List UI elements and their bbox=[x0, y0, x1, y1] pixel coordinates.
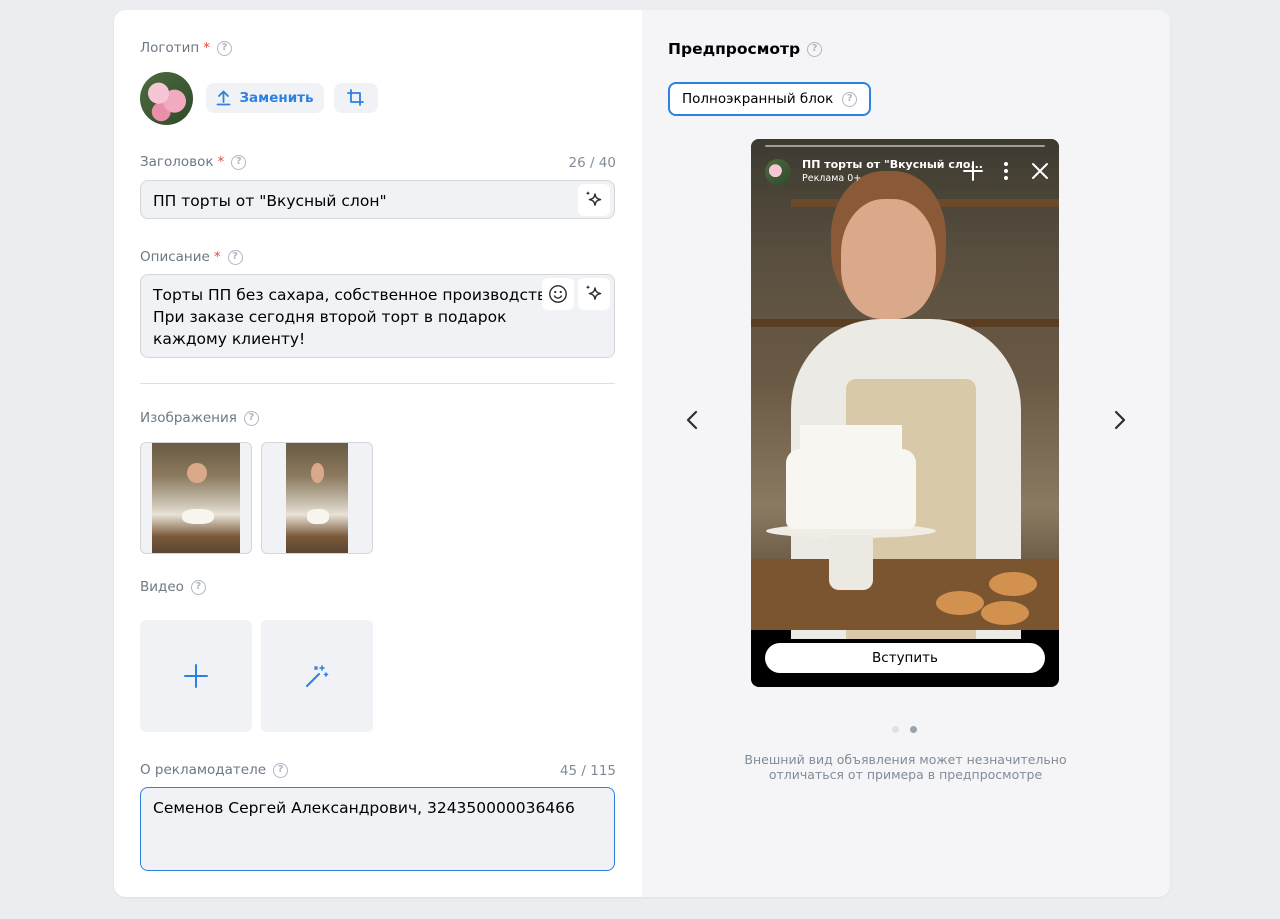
plus-icon bbox=[184, 664, 208, 688]
emoji-icon bbox=[549, 285, 567, 303]
ai-generate-button[interactable] bbox=[578, 184, 610, 216]
help-icon[interactable]: ? bbox=[190, 579, 206, 595]
help-icon[interactable]: ? bbox=[231, 154, 247, 170]
pagination-dot[interactable] bbox=[892, 726, 899, 733]
headline-input[interactable]: ПП торты от "Вкусный слон" bbox=[140, 180, 615, 219]
sparkle-icon bbox=[585, 285, 602, 300]
sparkle-icon bbox=[585, 191, 602, 206]
help-icon[interactable]: ? bbox=[273, 762, 289, 778]
story-close-button[interactable] bbox=[1028, 159, 1052, 183]
help-icon[interactable]: ? bbox=[216, 40, 232, 56]
required-mark: * bbox=[203, 40, 210, 56]
help-icon[interactable]: ? bbox=[243, 410, 259, 426]
images-label: Изображения ? bbox=[140, 410, 259, 426]
format-selector[interactable]: Полноэкранный блок ? bbox=[668, 82, 872, 116]
ai-generate-button[interactable] bbox=[578, 278, 610, 310]
story-preview: ПП торты от "Вкусный сло... Реклама 0+ В… bbox=[751, 139, 1059, 687]
add-video-button[interactable] bbox=[140, 620, 252, 732]
story-subtitle: Реклама 0+ bbox=[802, 173, 862, 184]
headline-counter: 26 / 40 bbox=[568, 155, 617, 171]
magic-wand-icon bbox=[306, 665, 329, 687]
upload-icon bbox=[217, 90, 231, 106]
crop-icon bbox=[347, 89, 364, 106]
advertiser-label: О рекламодателе ? bbox=[140, 762, 289, 778]
advertiser-value: Семенов Сергей Александрович, 3243500000… bbox=[153, 799, 575, 817]
video-label: Видео ? bbox=[140, 579, 206, 595]
next-arrow[interactable] bbox=[1110, 408, 1130, 432]
story-photo bbox=[751, 139, 1059, 639]
image-thumbnail[interactable] bbox=[261, 442, 373, 554]
help-icon[interactable]: ? bbox=[227, 249, 243, 265]
required-mark: * bbox=[213, 249, 221, 265]
crop-button[interactable] bbox=[334, 83, 378, 113]
more-vertical-icon bbox=[1004, 162, 1008, 180]
description-textarea[interactable]: Торты ПП без сахара, собственное произво… bbox=[140, 274, 615, 358]
chevron-right-icon bbox=[1114, 410, 1126, 430]
generate-video-button[interactable] bbox=[261, 620, 373, 732]
advertiser-avatar bbox=[765, 159, 791, 185]
emoji-button[interactable] bbox=[542, 278, 574, 310]
story-more-button[interactable] bbox=[994, 159, 1018, 183]
help-icon[interactable]: ? bbox=[842, 91, 858, 107]
headline-value: ПП торты от "Вкусный слон" bbox=[153, 192, 387, 210]
close-icon bbox=[1032, 163, 1048, 179]
ad-form-panel: Логотип * ? Заменить Заголовок * ? 26 / … bbox=[114, 10, 642, 897]
description-value: Торты ПП без сахара, собственное произво… bbox=[153, 286, 561, 348]
headline-label: Заголовок * ? bbox=[140, 154, 247, 170]
story-cta-button[interactable]: Вступить bbox=[765, 643, 1045, 673]
advertiser-counter: 45 / 115 bbox=[559, 763, 616, 779]
preview-title: Предпросмотр ? bbox=[668, 40, 823, 58]
baker-photo bbox=[152, 443, 240, 553]
baker-photo bbox=[286, 443, 348, 553]
logo-image bbox=[140, 72, 193, 125]
pagination-dot-active[interactable] bbox=[910, 726, 917, 733]
help-icon[interactable]: ? bbox=[807, 41, 823, 57]
required-mark: * bbox=[217, 154, 225, 170]
ad-editor-card: Логотип * ? Заменить Заголовок * ? 26 / … bbox=[114, 10, 1170, 897]
description-label: Описание * ? bbox=[140, 249, 243, 265]
logo-label: Логотип * ? bbox=[140, 40, 232, 56]
story-progress-bar bbox=[765, 145, 1045, 147]
section-divider bbox=[140, 383, 615, 384]
preview-disclaimer: Внешний вид объявления может незначитель… bbox=[744, 752, 1067, 782]
advertiser-textarea[interactable]: Семенов Сергей Александрович, 3243500000… bbox=[140, 787, 615, 871]
chevron-left-icon bbox=[686, 410, 698, 430]
story-add-button[interactable] bbox=[961, 159, 985, 183]
preview-panel: Предпросмотр ? Полноэкранный блок ? ПП т… bbox=[642, 10, 1170, 897]
plus-icon bbox=[963, 161, 983, 181]
prev-arrow[interactable] bbox=[682, 408, 702, 432]
image-thumbnail[interactable] bbox=[140, 442, 252, 554]
replace-logo-button[interactable]: Заменить bbox=[206, 83, 324, 113]
story-title: ПП торты от "Вкусный сло... bbox=[802, 158, 983, 171]
